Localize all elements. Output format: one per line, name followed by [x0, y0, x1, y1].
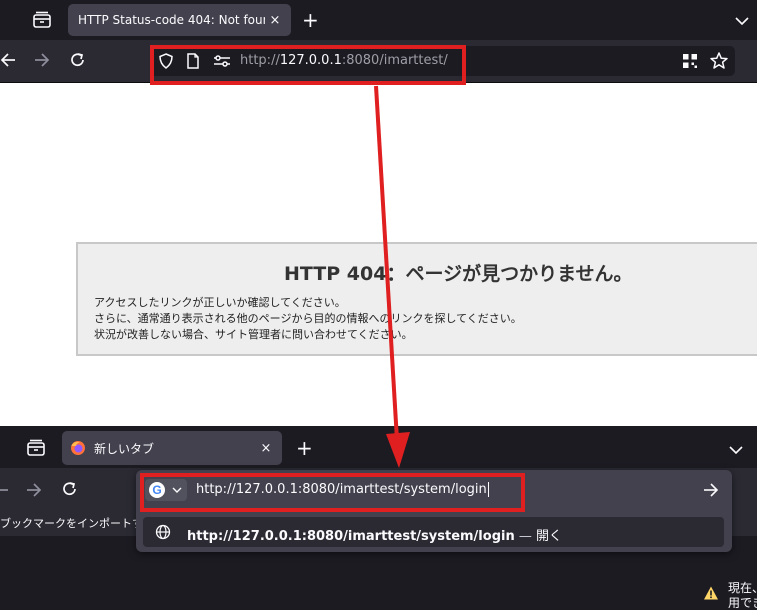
tab-list-icon[interactable]: [25, 437, 47, 459]
bookmark-star-icon[interactable]: [709, 51, 729, 71]
tab-list-icon[interactable]: [31, 9, 53, 31]
tab-title: 新しいタブ: [94, 441, 155, 456]
tab-new-tab[interactable]: 新しいタブ ×: [62, 431, 282, 465]
tab-close-icon[interactable]: ×: [256, 441, 276, 456]
forward-icon[interactable]: [25, 480, 43, 500]
bookmark-import-link[interactable]: ブックマークをインポートす...: [0, 515, 154, 531]
suggestion-separator: —: [514, 529, 536, 544]
warning-line-1: 現在、: [728, 581, 757, 595]
qr-code-icon[interactable]: [681, 52, 699, 70]
warning-line-2: 用でき: [728, 596, 757, 610]
new-tab-button[interactable]: +: [302, 8, 319, 32]
tab-close-icon[interactable]: ×: [265, 13, 285, 28]
firefox-icon: [70, 440, 86, 456]
suggestion-url: http://127.0.0.1:8080/imarttest/system/l…: [187, 529, 515, 544]
back-icon[interactable]: [0, 50, 18, 70]
forward-icon[interactable]: [33, 50, 51, 70]
go-arrow-icon[interactable]: [702, 480, 720, 500]
highlight-box-bottom-url: [140, 473, 525, 512]
suggestion-action: 開く: [535, 529, 562, 544]
new-tab-button[interactable]: +: [296, 436, 313, 460]
annotation-arrow: [374, 85, 410, 468]
warning-message: 現在、用でき: [728, 581, 757, 611]
suggestion-text: http://127.0.0.1:8080/imarttest/system/l…: [187, 525, 562, 544]
globe-icon: [155, 524, 171, 540]
error-line-2: さらに、通常通り表示される他のページから目的の情報へのリンクを探してください。: [94, 312, 522, 325]
back-icon[interactable]: [0, 480, 10, 500]
highlight-box-top-url: [150, 45, 466, 85]
warning-icon: [703, 585, 719, 601]
reload-icon[interactable]: [60, 479, 80, 499]
reload-icon[interactable]: [68, 50, 88, 70]
error-title: HTTP 404：ページが見つかりません。: [284, 263, 633, 285]
tab-404[interactable]: HTTP Status-code 404: Not found ×: [68, 4, 291, 36]
tab-title: HTTP Status-code 404: Not found: [78, 13, 265, 27]
chevron-down-icon[interactable]: [728, 441, 744, 455]
error-line-1: アクセスしたリンクが正しいか確認してください。: [94, 296, 346, 309]
chevron-down-icon[interactable]: [734, 12, 750, 26]
